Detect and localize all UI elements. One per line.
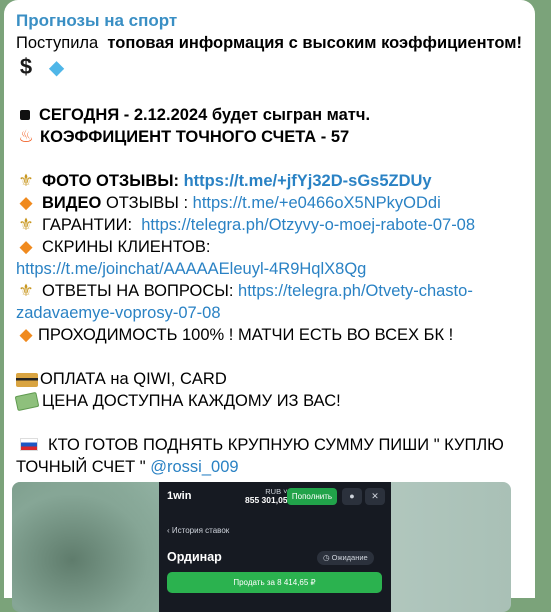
channel-name[interactable]: Прогнозы на спорт [16, 10, 523, 32]
heavy-dollar-sign-icon: $ [19, 54, 33, 79]
gem-stone-icon: ◆ [48, 57, 65, 79]
media-preview[interactable]: 1win RUB ˅ 855 301,05 Пополнить ● ✕ ‹ Ис… [12, 482, 511, 612]
today-line: СЕГОДНЯ - 2.12.2024 будет сыгран матч. [16, 104, 523, 126]
orange-diamond-icon: ◆ [19, 325, 33, 344]
russia-flag-icon [20, 438, 38, 452]
status-badge: ◷ Ожидание [317, 551, 374, 565]
bet-type-title: Ординар [167, 550, 222, 564]
answers-link-continued[interactable]: zadavaemye-voprosy-07-08 [16, 304, 221, 322]
black-square-icon [20, 109, 30, 120]
client-screens-line: ◆ СКРИНЫ КЛИЕНТОВ: [16, 236, 523, 258]
coefficient-line: ♨ КОЭФФИЦИЕНТ ТОЧНОГО СЧЕТА - 57 [16, 126, 523, 148]
orange-diamond-icon: ◆ [19, 237, 33, 256]
client-screens-link-line: https://t.me/joinchat/AAAAAEleuyl-4R9Hql… [16, 258, 523, 280]
emoji-line: $ ◆ [16, 54, 523, 82]
credit-card-icon [16, 372, 38, 387]
client-screens-link[interactable]: https://t.me/joinchat/AAAAAEleuyl-4R9Hql… [16, 260, 366, 278]
photo-reviews-line: ⚜ ФОТО ОТЗЫВЫ: https://t.me/+jfYj32D-sGs5… [16, 170, 523, 192]
guarantees-line: ⚜ ГАРАНТИИ: https://telegra.ph/Otzyvy-o-m… [16, 214, 523, 236]
close-icon: ✕ [365, 488, 385, 505]
photo-reviews-link[interactable]: https://t.me/+jfYj32D-sGs5ZDUy [184, 172, 432, 190]
video-reviews-link[interactable]: https://t.me/+e0466oX5NPkyODdi [193, 194, 441, 212]
payment-line: ОПЛАТА на QIWI, CARD [16, 368, 523, 390]
bet-history-link: ‹ История ставок [167, 526, 230, 535]
money-with-wings-icon [14, 392, 40, 412]
orange-diamond-icon: ◆ [19, 193, 33, 212]
screenshot-phone: 1win RUB ˅ 855 301,05 Пополнить ● ✕ ‹ Ис… [159, 482, 391, 612]
fleur-de-lis-icon: ⚜ [18, 171, 34, 190]
app-logo: 1win [167, 490, 192, 502]
contact-link[interactable]: @rossi_009 [150, 458, 238, 476]
fire-icon: ♨ [18, 127, 34, 146]
pass-rate-line: ◆ ПРОХОДИМОСТЬ 100% ! МАТЧИ ЕСТЬ ВО ВСЕХ … [16, 324, 523, 346]
balance-value: 855 301,05 [245, 495, 288, 505]
intro-bold: топовая информация с высоким коэффициент… [107, 34, 522, 52]
sell-bet-button: Продать за 8 414,65 ₽ [167, 572, 382, 593]
answers-link-line-2: zadavaemye-voprosy-07-08 [16, 302, 523, 324]
intro-prefix: Поступила [16, 34, 99, 52]
video-reviews-line: ◆ ВИДЕО ОТЗЫВЫ : https://t.me/+e0466oX5NP… [16, 192, 523, 214]
answers-line: ⚜ ОТВЕТЫ НА ВОПРОСЫ: https://telegra.ph/O… [16, 280, 523, 302]
cta-line-2: ТОЧНЫЙ СЧЕТ " @rossi_009 [16, 458, 239, 476]
fleur-de-lis-icon: ⚜ [18, 215, 34, 234]
user-icon: ● [342, 488, 362, 505]
answers-link[interactable]: https://telegra.ph/Otvety-chasto- [238, 282, 473, 300]
balance-block: RUB ˅ 855 301,05 [245, 487, 288, 505]
price-line: ЦЕНА ДОСТУПНА КАЖДОМУ ИЗ ВАС! [14, 390, 523, 412]
intro-line: Поступила топовая информация с высоким к… [16, 32, 523, 54]
fleur-de-lis-icon: ⚜ [18, 281, 34, 300]
guarantees-link[interactable]: https://telegra.ph/Otzyvy-o-moej-rabote-… [141, 216, 475, 234]
preview-blur [12, 482, 162, 612]
app-header: 1win RUB ˅ 855 301,05 Пополнить ● ✕ [159, 482, 391, 510]
cta-line-1: КТО ГОТОВ ПОДНЯТЬ КРУПНУЮ СУММУ ПИШИ " К… [16, 434, 523, 456]
deposit-button: Пополнить [287, 488, 337, 505]
